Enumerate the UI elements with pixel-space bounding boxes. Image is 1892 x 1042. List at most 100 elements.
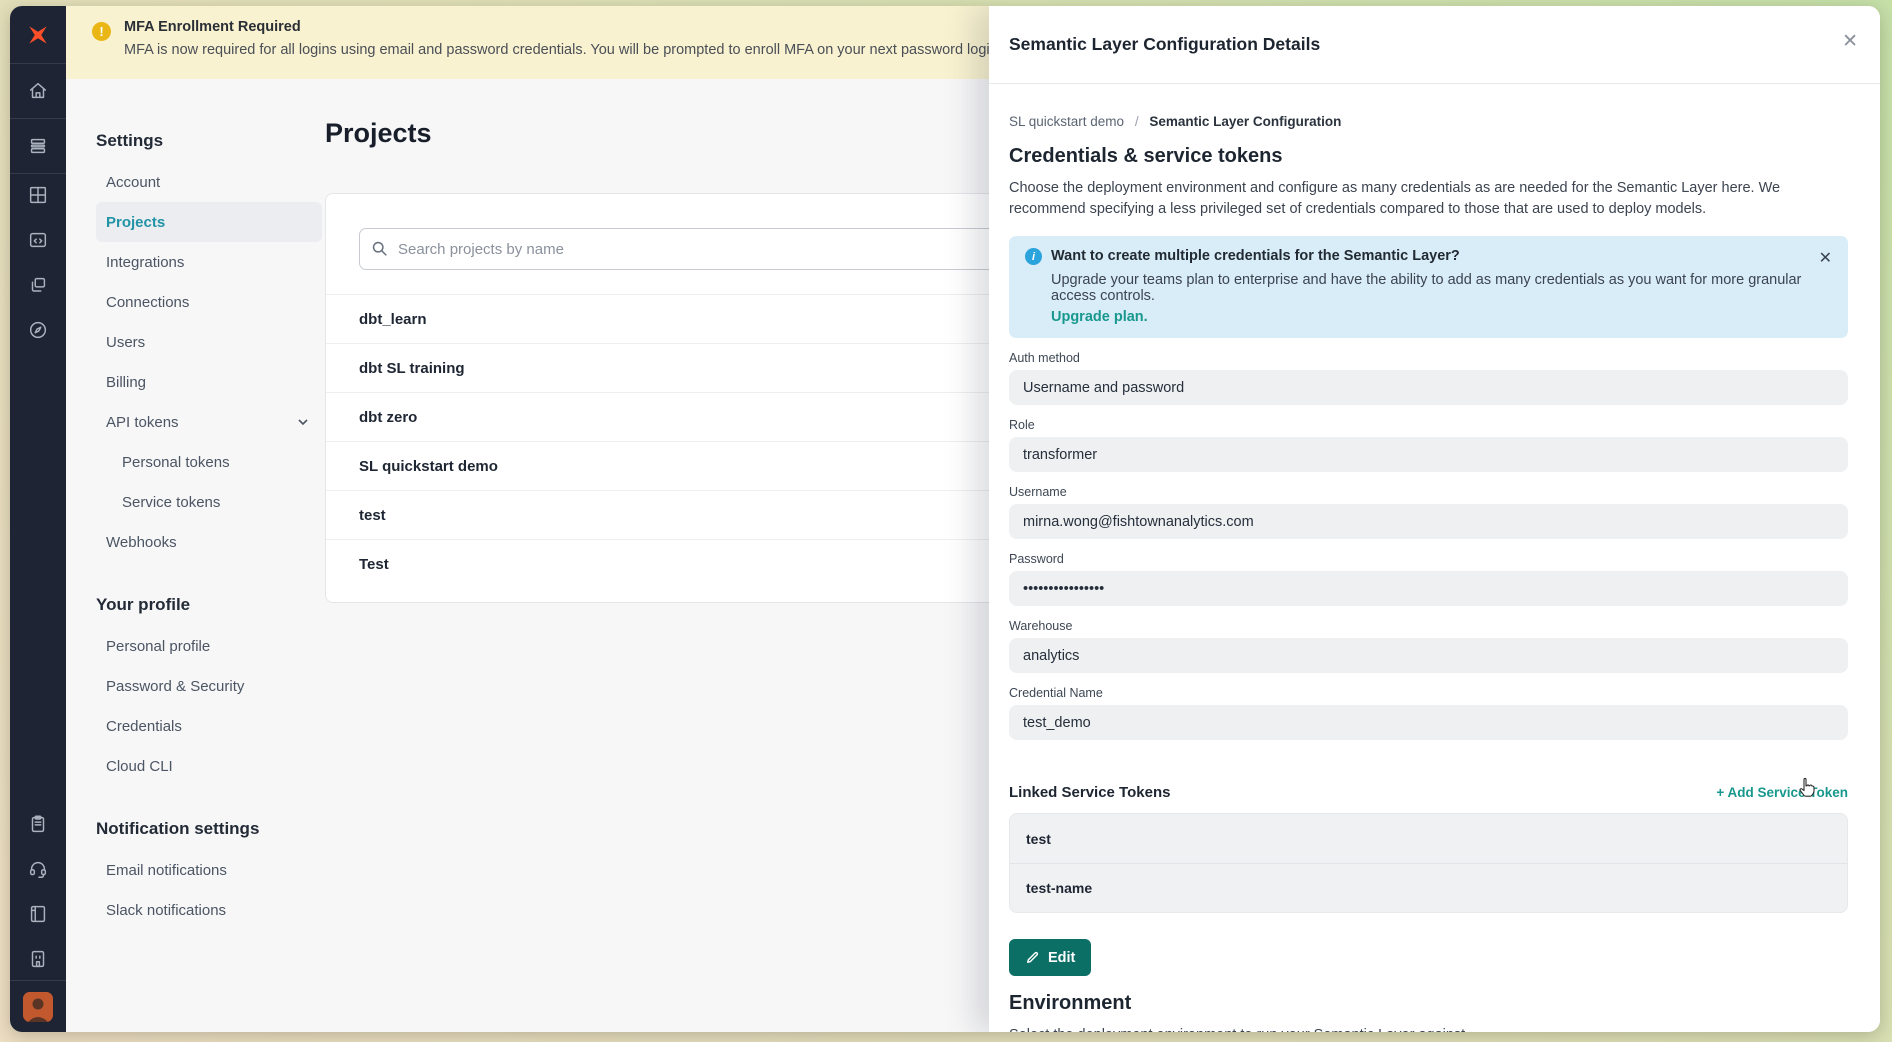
linked-tokens-title: Linked Service Tokens [1009,784,1170,801]
environment-title: Environment [1009,992,1848,1015]
projects-page: Projects dbt_learn dbt SL training dbt z… [325,118,1065,603]
nav-item-personal-profile[interactable]: Personal profile [96,626,322,666]
nav-item-credentials[interactable]: Credentials [96,706,322,746]
infobox-title-text: Want to create multiple credentials for … [1051,248,1460,264]
nav-item-personal-tokens[interactable]: Personal tokens [96,442,322,482]
app-window: ! MFA Enrollment Required MFA is now req… [10,6,1880,1032]
field-username: Username [1009,485,1848,539]
breadcrumb-current: Semantic Layer Configuration [1149,114,1341,129]
field-label: Username [1009,485,1848,499]
rail-spacer [10,351,66,803]
add-service-token-button[interactable]: + Add Service Token [1716,785,1848,800]
breadcrumb-divider: / [1135,114,1139,129]
dashboard-icon[interactable] [27,184,49,206]
rail-middle-group [10,174,66,351]
token-row[interactable]: test [1010,814,1847,863]
chevron-down-icon [296,415,310,429]
auth-method-input[interactable] [1009,370,1848,405]
project-search [359,228,1026,270]
warning-icon: ! [92,22,111,41]
infobox-title: i Want to create multiple credentials fo… [1025,248,1832,264]
upgrade-plan-link[interactable]: Upgrade plan. [1025,309,1832,325]
panel-title: Semantic Layer Configuration Details [1009,34,1320,55]
nav-item-users[interactable]: Users [96,322,322,362]
semantic-layer-panel: Semantic Layer Configuration Details ✕ S… [989,6,1880,1032]
projects-card: dbt_learn dbt SL training dbt zero SL qu… [325,193,1060,603]
search-input[interactable] [359,228,1026,270]
project-row[interactable]: dbt_learn [326,294,1059,343]
avatar-person-icon [23,992,53,1022]
home-icon [27,80,49,102]
credential-name-input[interactable] [1009,705,1848,740]
password-input[interactable] [1009,571,1848,606]
project-row[interactable]: SL quickstart demo [326,441,1059,490]
support-headset-icon[interactable] [27,858,49,880]
deploy-icon [27,135,49,157]
field-label: Role [1009,418,1848,432]
nav-item-api-tokens-label: API tokens [106,414,179,431]
user-menu[interactable] [10,980,66,1032]
panel-body: SL quickstart demo / Semantic Layer Conf… [989,84,1880,1032]
warehouse-input[interactable] [1009,638,1848,673]
explore-icon[interactable] [27,319,49,341]
nav-item-integrations[interactable]: Integrations [96,242,322,282]
info-icon: i [1025,248,1042,265]
field-auth-method: Auth method [1009,351,1848,405]
infobox-close-icon[interactable]: ✕ [1819,248,1832,268]
icon-rail [10,6,66,1032]
dbt-logo[interactable] [10,6,66,64]
field-warehouse: Warehouse [1009,619,1848,673]
field-label: Warehouse [1009,619,1848,633]
close-icon[interactable]: ✕ [1842,32,1858,51]
username-input[interactable] [1009,504,1848,539]
nav-item-password-security[interactable]: Password & Security [96,666,322,706]
edit-button[interactable]: Edit [1009,939,1091,976]
tokens-list: test test-name [1009,813,1848,913]
nav-item-service-tokens[interactable]: Service tokens [96,482,322,522]
nav-item-webhooks[interactable]: Webhooks [96,522,322,562]
nav-item-email-notifications[interactable]: Email notifications [96,850,322,890]
nav-item-api-tokens[interactable]: API tokens [96,402,322,442]
token-row[interactable]: test-name [1010,863,1847,912]
project-row[interactable]: dbt SL training [326,343,1059,392]
develop-icon[interactable] [27,229,49,251]
field-label: Credential Name [1009,686,1848,700]
home-nav[interactable] [10,64,66,119]
nav-item-cloud-cli[interactable]: Cloud CLI [96,746,322,786]
role-input[interactable] [1009,437,1848,472]
nav-header-settings: Settings [96,120,322,162]
branch-icon[interactable] [27,274,49,296]
nav-item-account[interactable]: Account [96,162,322,202]
project-row[interactable]: test [326,490,1059,539]
dbt-logo-icon [25,22,51,48]
field-password: Password [1009,552,1848,606]
nav-header-your-profile: Your profile [96,584,322,626]
linked-tokens-header: Linked Service Tokens + Add Service Toke… [1009,784,1848,801]
nav-item-billing[interactable]: Billing [96,362,322,402]
nav-item-slack-notifications[interactable]: Slack notifications [96,890,322,930]
nav-item-projects[interactable]: Projects [96,202,322,242]
docs-book-icon[interactable] [27,903,49,925]
settings-nav: Settings Account Projects Integrations C… [96,120,322,930]
nav-header-notification-settings: Notification settings [96,808,322,850]
infobox-body: Upgrade your teams plan to enterprise an… [1025,272,1832,304]
rail-bottom-group [10,803,66,980]
panel-header: Semantic Layer Configuration Details ✕ [989,6,1880,84]
field-credential-name: Credential Name [1009,686,1848,740]
breadcrumb-parent[interactable]: SL quickstart demo [1009,114,1124,129]
nav-item-connections[interactable]: Connections [96,282,322,322]
field-role: Role [1009,418,1848,472]
field-label: Password [1009,552,1848,566]
project-row[interactable]: Test [326,539,1059,588]
avatar [23,992,53,1022]
notes-icon[interactable] [27,813,49,835]
organization-icon[interactable] [27,948,49,970]
project-row[interactable]: dbt zero [326,392,1059,441]
deploy-nav[interactable] [10,119,66,174]
environment-description: Select the deployment environment to run… [1009,1027,1848,1032]
edit-button-label: Edit [1048,950,1075,966]
section-description: Choose the deployment environment and co… [1009,178,1848,220]
pencil-icon [1025,950,1040,965]
page-title: Projects [325,118,1065,149]
search-icon [371,240,388,257]
